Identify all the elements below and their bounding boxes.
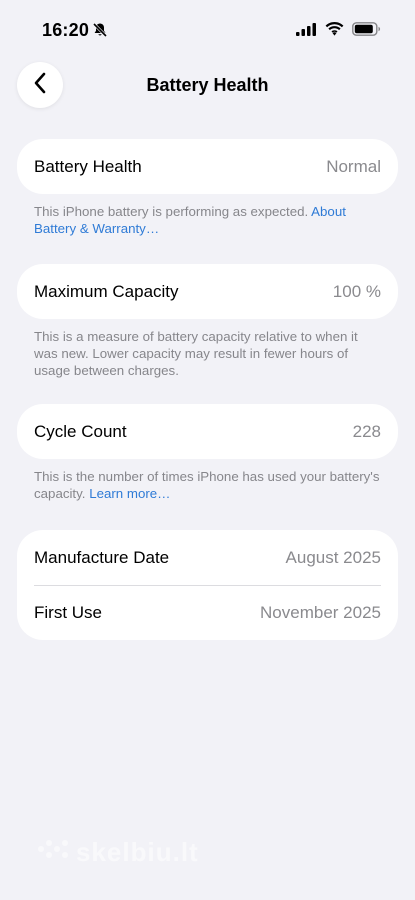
cycle-count-label: Cycle Count (34, 421, 127, 441)
maximum-capacity-label: Maximum Capacity (34, 281, 179, 301)
maximum-capacity-card: Maximum Capacity 100 % (17, 264, 398, 319)
maximum-capacity-value: 100 % (332, 281, 381, 301)
first-use-row: First Use November 2025 (17, 585, 398, 640)
battery-health-value: Normal (326, 156, 381, 176)
manufacture-date-value: August 2025 (285, 547, 381, 567)
maximum-capacity-footnote: This is a measure of battery capacity re… (34, 329, 358, 378)
watermark-text: skelbiu.lt (76, 837, 199, 867)
battery-health-label: Battery Health (34, 156, 142, 176)
battery-icon (352, 22, 381, 41)
cellular-signal-icon (296, 22, 317, 41)
battery-health-footnote: This iPhone battery is performing as exp… (34, 203, 384, 237)
cycle-count-card: Cycle Count 228 (17, 404, 398, 459)
battery-health-card: Battery Health Normal (17, 139, 398, 194)
watermark: skelbiu.lt (36, 836, 199, 869)
learn-more-link[interactable]: Learn more… (89, 486, 170, 501)
cycle-count-row: Cycle Count 228 (17, 404, 398, 459)
maximum-capacity-row: Maximum Capacity 100 % (17, 264, 398, 319)
bell-slash-icon (92, 22, 108, 38)
cycle-count-footnote-text: This is the number of times iPhone has u… (34, 469, 380, 501)
first-use-value: November 2025 (260, 602, 381, 622)
status-bar: 16:20 (0, 0, 415, 56)
first-use-label: First Use (34, 602, 102, 622)
page-title: Battery Health (146, 75, 269, 95)
cycle-count-value: 228 (352, 421, 381, 441)
status-time: 16:20 (42, 20, 90, 40)
dates-card: Manufacture Date August 2025 First Use N… (17, 530, 398, 640)
watermark-logo-icon (36, 836, 70, 869)
wifi-icon (325, 22, 344, 41)
navigation-bar: Battery Health (0, 62, 415, 110)
battery-health-row: Battery Health Normal (17, 139, 398, 194)
manufacture-date-label: Manufacture Date (34, 547, 170, 567)
manufacture-date-row: Manufacture Date August 2025 (17, 530, 398, 585)
battery-health-footnote-text: This iPhone battery is performing as exp… (34, 204, 312, 219)
cycle-count-footnote: This is the number of times iPhone has u… (34, 468, 384, 502)
